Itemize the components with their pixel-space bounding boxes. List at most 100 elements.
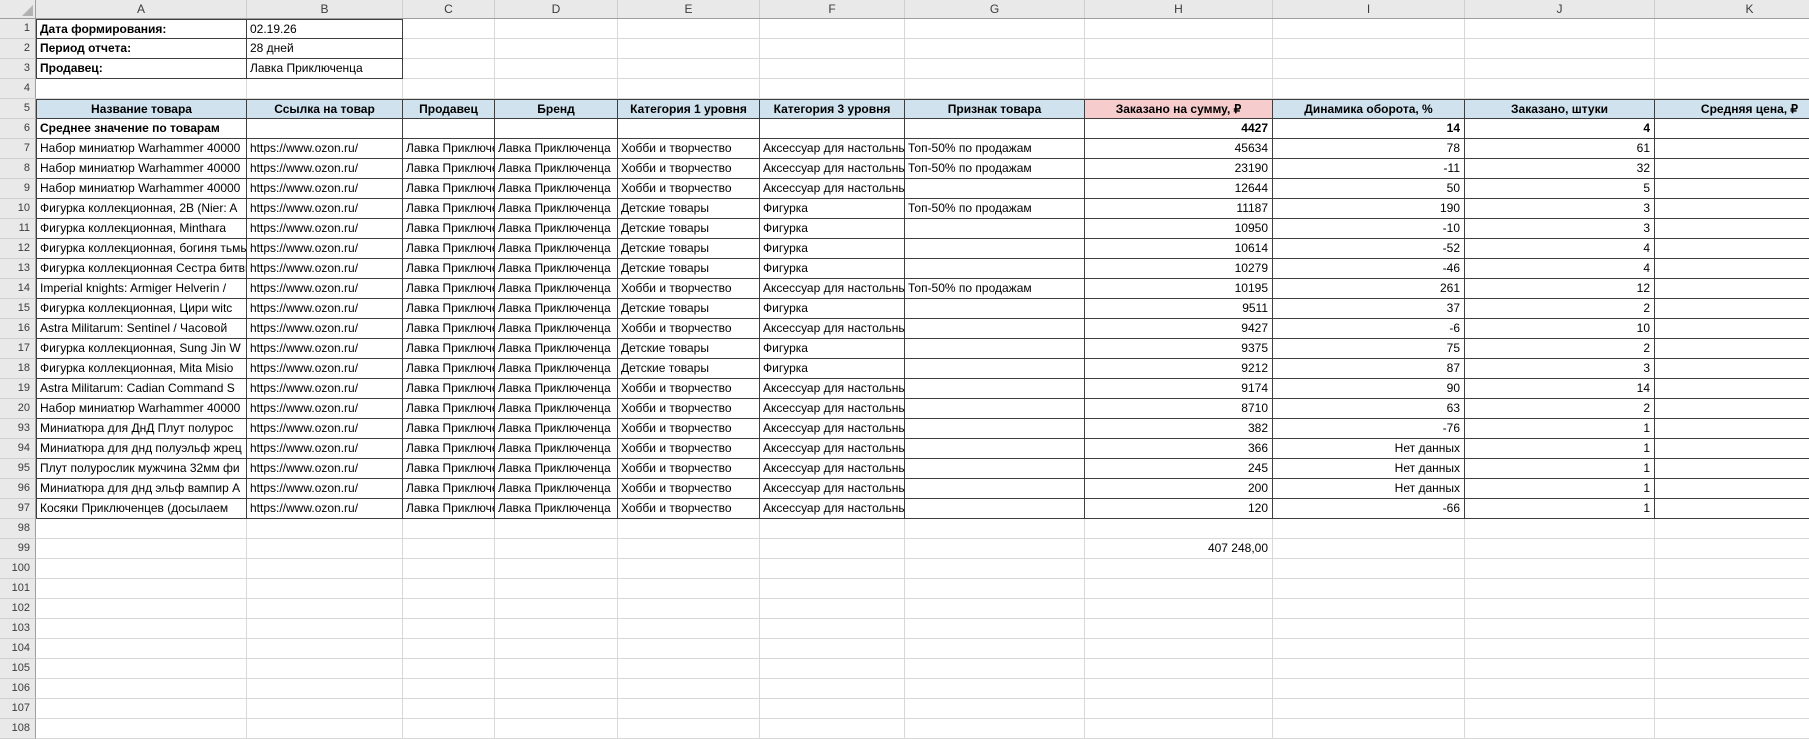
cell-D15[interactable]: Лавка Приключенца xyxy=(495,299,618,319)
row-header-94[interactable]: 94 xyxy=(0,439,36,459)
cell-A105[interactable] xyxy=(36,659,247,679)
cell-J3[interactable] xyxy=(1465,59,1655,79)
cell-D103[interactable] xyxy=(495,619,618,639)
cell-G19[interactable] xyxy=(905,379,1085,399)
cell-J17[interactable]: 2 xyxy=(1465,339,1655,359)
cell-B103[interactable] xyxy=(247,619,403,639)
cell-K105[interactable] xyxy=(1655,659,1809,679)
row-header-95[interactable]: 95 xyxy=(0,459,36,479)
column-header-H[interactable]: H xyxy=(1085,0,1273,18)
cell-I104[interactable] xyxy=(1273,639,1465,659)
cell-E15[interactable]: Детские товары xyxy=(618,299,760,319)
cell-J98[interactable] xyxy=(1465,519,1655,539)
cell-B5[interactable]: Ссылка на товар xyxy=(247,99,403,119)
cell-B107[interactable] xyxy=(247,699,403,719)
cell-J4[interactable] xyxy=(1465,79,1655,99)
cell-G98[interactable] xyxy=(905,519,1085,539)
column-header-K[interactable]: K xyxy=(1655,0,1809,18)
cell-I99[interactable] xyxy=(1273,539,1465,559)
cell-C108[interactable] xyxy=(403,719,495,739)
cell-I94[interactable]: Нет данных xyxy=(1273,439,1465,459)
cell-I15[interactable]: 37 xyxy=(1273,299,1465,319)
cell-I3[interactable] xyxy=(1273,59,1465,79)
cell-C101[interactable] xyxy=(403,579,495,599)
cell-A3[interactable]: Продавец: xyxy=(36,59,247,79)
row-header-96[interactable]: 96 xyxy=(0,479,36,499)
row-header-105[interactable]: 105 xyxy=(0,659,36,679)
cell-A8[interactable]: Набор миниатюр Warhammer 40000 xyxy=(36,159,247,179)
cell-B1[interactable]: 02.19.26 xyxy=(247,19,403,39)
cell-C94[interactable]: Лавка Приключенца xyxy=(403,439,495,459)
row-header-20[interactable]: 20 xyxy=(0,399,36,419)
cell-J6[interactable]: 4 xyxy=(1465,119,1655,139)
cell-F9[interactable]: Аксессуар для настольных xyxy=(760,179,905,199)
row-header-107[interactable]: 107 xyxy=(0,699,36,719)
row-header-3[interactable]: 3 xyxy=(0,59,36,79)
cell-K101[interactable] xyxy=(1655,579,1809,599)
cell-E107[interactable] xyxy=(618,699,760,719)
cell-C99[interactable] xyxy=(403,539,495,559)
cell-D9[interactable]: Лавка Приключенца xyxy=(495,179,618,199)
cell-F7[interactable]: Аксессуар для настольных xyxy=(760,139,905,159)
cell-H99[interactable]: 407 248,00 xyxy=(1085,539,1273,559)
cell-G107[interactable] xyxy=(905,699,1085,719)
cell-K9[interactable] xyxy=(1655,179,1809,199)
cell-F14[interactable]: Аксессуар для настольных xyxy=(760,279,905,299)
cell-C11[interactable]: Лавка Приключенца xyxy=(403,219,495,239)
cell-H11[interactable]: 10950 xyxy=(1085,219,1273,239)
cell-F5[interactable]: Категория 3 уровня xyxy=(760,99,905,119)
cell-B94[interactable]: https://www.ozon.ru/ xyxy=(247,439,403,459)
row-header-106[interactable]: 106 xyxy=(0,679,36,699)
cell-A95[interactable]: Плут полурослик мужчина 32мм фи xyxy=(36,459,247,479)
cell-G94[interactable] xyxy=(905,439,1085,459)
cell-G105[interactable] xyxy=(905,659,1085,679)
cell-D101[interactable] xyxy=(495,579,618,599)
cell-G101[interactable] xyxy=(905,579,1085,599)
cell-K10[interactable] xyxy=(1655,199,1809,219)
cell-A96[interactable]: Миниатюра для днд эльф вампир А xyxy=(36,479,247,499)
cell-B3[interactable]: Лавка Приключенца xyxy=(247,59,403,79)
cell-A12[interactable]: Фигурка коллекционная, богиня тьмы xyxy=(36,239,247,259)
column-header-J[interactable]: J xyxy=(1465,0,1655,18)
cell-A100[interactable] xyxy=(36,559,247,579)
cell-H15[interactable]: 9511 xyxy=(1085,299,1273,319)
row-header-98[interactable]: 98 xyxy=(0,519,36,539)
cell-B104[interactable] xyxy=(247,639,403,659)
cell-D102[interactable] xyxy=(495,599,618,619)
cell-C16[interactable]: Лавка Приключенца xyxy=(403,319,495,339)
column-header-I[interactable]: I xyxy=(1273,0,1465,18)
cell-B11[interactable]: https://www.ozon.ru/ xyxy=(247,219,403,239)
cell-J15[interactable]: 2 xyxy=(1465,299,1655,319)
cell-C102[interactable] xyxy=(403,599,495,619)
select-all-corner[interactable] xyxy=(0,0,36,18)
cell-C8[interactable]: Лавка Приключенца xyxy=(403,159,495,179)
cell-H105[interactable] xyxy=(1085,659,1273,679)
cell-F104[interactable] xyxy=(760,639,905,659)
cell-A101[interactable] xyxy=(36,579,247,599)
cell-D94[interactable]: Лавка Приключенца xyxy=(495,439,618,459)
cell-F105[interactable] xyxy=(760,659,905,679)
cell-E3[interactable] xyxy=(618,59,760,79)
cell-G20[interactable] xyxy=(905,399,1085,419)
cell-F1[interactable] xyxy=(760,19,905,39)
cell-G7[interactable]: Топ-50% по продажам xyxy=(905,139,1085,159)
cell-J108[interactable] xyxy=(1465,719,1655,739)
cell-C103[interactable] xyxy=(403,619,495,639)
cell-H97[interactable]: 120 xyxy=(1085,499,1273,519)
cell-G12[interactable] xyxy=(905,239,1085,259)
cell-H8[interactable]: 23190 xyxy=(1085,159,1273,179)
cell-F19[interactable]: Аксессуар для настольных xyxy=(760,379,905,399)
cell-G1[interactable] xyxy=(905,19,1085,39)
cell-K11[interactable] xyxy=(1655,219,1809,239)
cell-A10[interactable]: Фигурка коллекционная, 2B (Nier: A xyxy=(36,199,247,219)
cell-C10[interactable]: Лавка Приключенца xyxy=(403,199,495,219)
cell-D104[interactable] xyxy=(495,639,618,659)
cell-K102[interactable] xyxy=(1655,599,1809,619)
cell-C105[interactable] xyxy=(403,659,495,679)
cell-B10[interactable]: https://www.ozon.ru/ xyxy=(247,199,403,219)
cell-B98[interactable] xyxy=(247,519,403,539)
row-header-17[interactable]: 17 xyxy=(0,339,36,359)
cell-H104[interactable] xyxy=(1085,639,1273,659)
cell-A2[interactable]: Период отчета: xyxy=(36,39,247,59)
cell-G108[interactable] xyxy=(905,719,1085,739)
